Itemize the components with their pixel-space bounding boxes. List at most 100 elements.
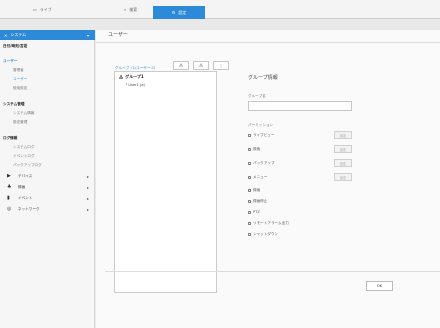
chevron-down-icon: ▾ [86, 32, 89, 38]
trash-icon: ▯ [219, 63, 223, 68]
sidebar-category-device[interactable]: ▶ デバイス ▸ [0, 171, 95, 181]
sidebar-item-label: システムログ [13, 144, 35, 149]
permission-label-text: バックアップ [253, 160, 275, 165]
sidebar-item-settings-management[interactable]: 設定管理 [0, 118, 95, 126]
chevron-right-icon: ▸ [86, 206, 89, 212]
sidebar-category-network[interactable]: ◎ ネットワーク ▸ [0, 204, 95, 214]
sidebar-header-system[interactable]: ✕ システム ▾ [0, 30, 95, 40]
sidebar-item-system-management[interactable]: システム管理 [0, 100, 95, 108]
checkbox[interactable] [248, 232, 251, 236]
permission-label-text: ライブビュー [253, 132, 275, 137]
sidebar-item-backup-log[interactable]: バックアップログ [0, 161, 95, 169]
record-icon: ♣ [7, 184, 12, 190]
add-group-button[interactable]: ⁂ [173, 61, 189, 70]
sidebar-item-label: ユーザー [13, 76, 28, 81]
sidebar-item-label: システム情報 [13, 110, 35, 115]
permission-label-text: 検索 [253, 146, 261, 151]
permission-search[interactable]: 検索 [248, 145, 260, 153]
sidebar-item-date-time[interactable]: 日付/時刻/言語 [0, 42, 95, 50]
tab-search[interactable]: ⌕ 検索 [124, 3, 137, 16]
tools-icon: ✕ [4, 32, 8, 38]
permission-label-text: リモートアラーム出力 [253, 220, 289, 225]
tab-search-label: 検索 [129, 7, 138, 12]
checkbox[interactable] [248, 133, 251, 137]
sidebar-item-label: 設定管理 [13, 119, 28, 124]
checkbox[interactable] [248, 175, 251, 179]
group-icon: ⁂ [119, 74, 124, 80]
divider [96, 42, 440, 43]
sidebar-item-label: 日付/時刻/言語 [3, 43, 28, 48]
checkbox[interactable] [248, 210, 251, 214]
sidebar-item-label: バックアップログ [13, 162, 42, 167]
permission-label-text: 録画停止 [253, 198, 268, 203]
group-info-heading: グループ情報 [248, 75, 278, 81]
tab-live[interactable]: ▭ ライブ [33, 3, 52, 16]
network-icon: ◎ [7, 206, 12, 212]
sidebar-category-event[interactable]: ▮ イベント ▸ [0, 193, 95, 203]
sidebar-item-user-sub[interactable]: ユーザー [0, 75, 95, 83]
group-tree[interactable]: ⁂ グループ1 └ User1 (a) [114, 71, 217, 293]
chevron-right-icon: ▸ [86, 184, 89, 190]
sidebar-category-record[interactable]: ♣ 録画 ▸ [0, 182, 95, 192]
sidebar-item-usage[interactable]: 使用設定 [0, 84, 95, 92]
chevron-right-icon: ▸ [86, 173, 89, 179]
sidebar-item-label: 管理者 [13, 67, 24, 72]
chevron-right-icon: ▸ [86, 195, 89, 201]
tab-settings-label: 設定 [178, 10, 187, 15]
main-content: ユーザー グループ（1/ユーザー:1） ⁂ ⁂ ▯ ⁂ グループ1 └ User… [96, 30, 440, 328]
checkbox[interactable] [248, 147, 251, 151]
sidebar-item-log-info[interactable]: ログ情報 [0, 134, 95, 142]
event-icon: ▮ [7, 195, 10, 201]
ok-button[interactable]: OK [366, 281, 393, 291]
group-name-label: グループ名 [248, 94, 266, 98]
permission-record-stop[interactable]: 録画停止 [248, 197, 267, 205]
permission-label: パーミッション [248, 123, 274, 127]
checkbox[interactable] [248, 199, 251, 203]
divider [105, 271, 440, 272]
permission-live-view[interactable]: ライブビュー [248, 131, 275, 139]
tab-settings[interactable]: ⚙ 設定 [153, 6, 205, 19]
permission-remote-alarm[interactable]: リモートアラーム出力 [248, 219, 289, 227]
tree-item-user[interactable]: └ User1 (a) [125, 83, 145, 87]
sidebar-item-system-info[interactable]: システム情報 [0, 109, 95, 117]
checkbox[interactable] [248, 188, 251, 192]
sidebar-item-label: ログ情報 [3, 135, 18, 140]
live-view-setting-button[interactable]: 設定 [334, 131, 352, 139]
permission-label-text: PTZ [253, 210, 260, 214]
tree-user-label: User1 (a) [128, 83, 145, 87]
permission-menu[interactable]: メニュー [248, 173, 267, 181]
checkbox[interactable] [248, 161, 251, 165]
permission-label-text: 録画 [253, 187, 261, 192]
add-group-icon: ⁂ [179, 63, 183, 68]
sidebar-item-event-log[interactable]: イベントログ [0, 152, 95, 160]
tree-group-label: グループ1 [125, 74, 144, 79]
permission-record[interactable]: 録画 [248, 186, 260, 194]
monitor-icon: ▭ [33, 7, 37, 12]
menu-setting-button[interactable]: 設定 [334, 173, 352, 181]
sidebar-category-label: イベント [18, 195, 33, 200]
tab-live-label: ライブ [39, 7, 52, 12]
sidebar-header-label: システム [10, 32, 27, 37]
sidebar-item-label: ユーザー [3, 58, 18, 63]
permission-label-text: メニュー [253, 174, 268, 179]
top-navigation-bar: ▭ ライブ ⌕ 検索 ⚙ 設定 [0, 0, 440, 19]
group-name-input[interactable] [248, 101, 352, 111]
page-title: ユーザー [108, 32, 128, 38]
permission-ptz[interactable]: PTZ [248, 208, 260, 216]
gear-icon: ⚙ [171, 10, 176, 15]
search-setting-button[interactable]: 設定 [334, 145, 352, 153]
sidebar-item-label: システム管理 [3, 101, 25, 106]
permission-backup[interactable]: バックアップ [248, 159, 275, 167]
checkbox[interactable] [248, 221, 251, 225]
sidebar-item-user[interactable]: ユーザー [0, 57, 95, 65]
sidebar-item-label: 使用設定 [13, 85, 28, 90]
sidebar-category-label: デバイス [18, 173, 33, 178]
delete-button[interactable]: ▯ [213, 61, 229, 70]
add-user-button[interactable]: ⁂ [193, 61, 209, 70]
permission-shutdown[interactable]: シャットダウン [248, 230, 278, 238]
backup-setting-button[interactable]: 設定 [334, 159, 352, 167]
search-icon: ⌕ [124, 7, 127, 12]
sidebar-item-system-log[interactable]: システムログ [0, 143, 95, 151]
tree-item-group[interactable]: ⁂ グループ1 [119, 74, 144, 80]
sidebar-item-admin[interactable]: 管理者 [0, 66, 95, 74]
